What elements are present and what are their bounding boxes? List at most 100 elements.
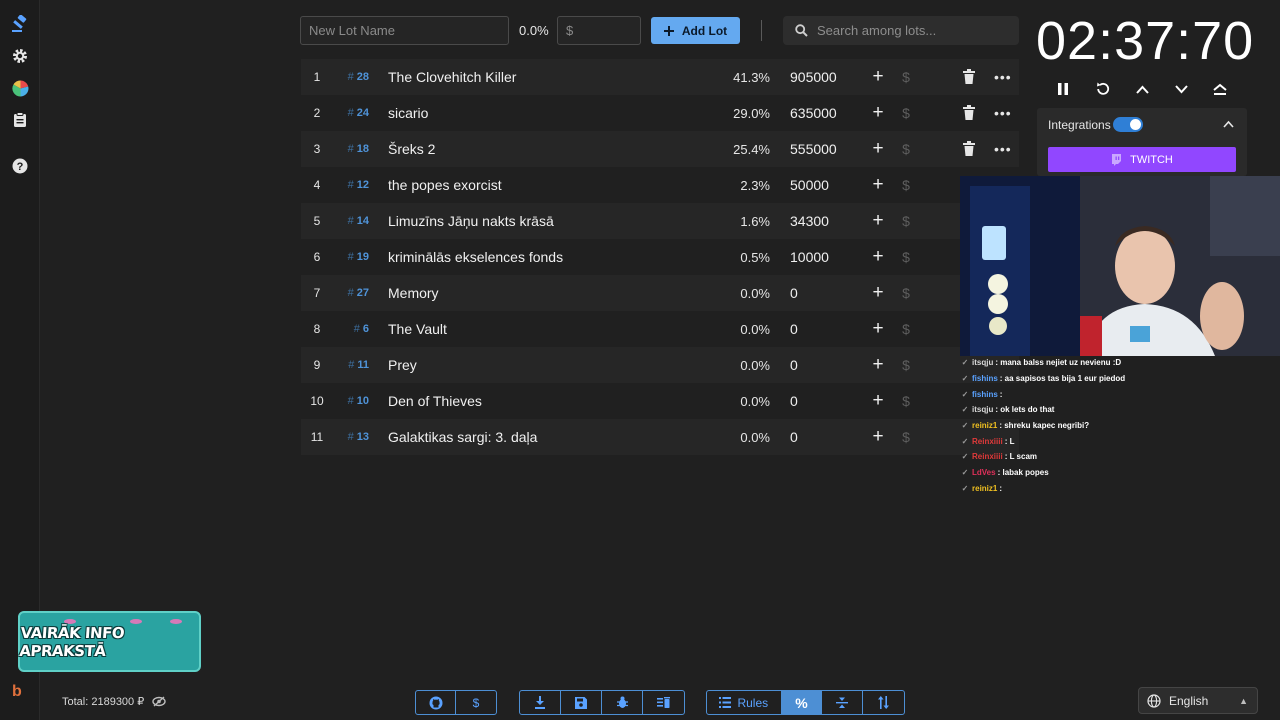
save-icon[interactable]	[561, 691, 602, 714]
lot-code[interactable]: #10	[339, 395, 369, 407]
lot-amount[interactable]: 555000	[790, 141, 837, 157]
add-amount-icon[interactable]: +	[870, 66, 886, 88]
lot-name[interactable]: Memory	[388, 285, 439, 301]
dollar-icon[interactable]: $	[899, 429, 913, 445]
dollar-icon[interactable]: $	[899, 321, 913, 337]
dollar-icon[interactable]: $	[899, 285, 913, 301]
more-options-icon[interactable]: •••	[994, 141, 1011, 157]
twitch-button[interactable]: TWITCH	[1048, 147, 1236, 172]
chevron-down-icon[interactable]	[1170, 78, 1192, 100]
lot-code[interactable]: #19	[339, 251, 369, 263]
dollar-icon[interactable]: $	[899, 69, 913, 85]
lot-code[interactable]: #11	[339, 359, 369, 371]
lot-code[interactable]: #12	[339, 179, 369, 191]
lot-name[interactable]: The Clovehitch Killer	[388, 69, 516, 85]
dollar-icon[interactable]: $	[899, 357, 913, 373]
lot-name[interactable]: the popes exorcist	[388, 177, 502, 193]
add-amount-icon[interactable]: +	[870, 246, 886, 268]
add-amount-icon[interactable]: +	[870, 210, 886, 232]
lot-name[interactable]: Galaktikas sargi: 3. daļa	[388, 429, 537, 445]
search-input[interactable]	[817, 23, 1007, 38]
add-amount-icon[interactable]: +	[870, 282, 886, 304]
lot-amount[interactable]: 10000	[790, 249, 829, 265]
download-icon[interactable]	[520, 691, 561, 714]
lot-name[interactable]: The Vault	[388, 321, 447, 337]
lot-row: 10 #10 Den of Thieves 0.0% 0 + $	[301, 383, 1019, 419]
lot-code[interactable]: #6	[339, 323, 369, 335]
gear-icon[interactable]	[8, 44, 32, 68]
add-amount-icon[interactable]: +	[870, 174, 886, 196]
chat-message: ✓ fishins: aa sapisos tas bija 1 eur pied…	[960, 371, 1280, 387]
lot-code[interactable]: #13	[339, 431, 369, 443]
lot-name[interactable]: Prey	[388, 357, 417, 373]
dollar-icon[interactable]: $	[899, 141, 913, 157]
percent-toggle-icon[interactable]: %	[781, 691, 823, 714]
clipboard-icon[interactable]	[8, 108, 32, 132]
dollar-icon[interactable]: $	[899, 393, 913, 409]
add-amount-icon[interactable]: +	[870, 390, 886, 412]
dollar-icon[interactable]: $	[899, 249, 913, 265]
chat-text: : L	[1004, 436, 1015, 446]
lot-name[interactable]: sicario	[388, 105, 428, 121]
clear-list-icon[interactable]	[643, 691, 684, 714]
lot-code[interactable]: #24	[339, 107, 369, 119]
dollar-icon[interactable]: $	[899, 105, 913, 121]
dollar-icon[interactable]: $	[899, 213, 913, 229]
rules-button[interactable]: Rules	[707, 691, 782, 714]
add-amount-icon[interactable]: +	[870, 426, 886, 448]
new-lot-price-input[interactable]	[557, 16, 641, 45]
pie-chart-icon[interactable]	[8, 76, 32, 100]
eye-slash-icon[interactable]	[152, 696, 166, 707]
compact-view-icon[interactable]	[822, 691, 864, 714]
lot-amount[interactable]: 635000	[790, 105, 837, 121]
lot-amount[interactable]: 50000	[790, 177, 829, 193]
trash-icon[interactable]	[962, 69, 976, 85]
add-amount-icon[interactable]: +	[870, 318, 886, 340]
language-select[interactable]: English ▲︎	[1138, 687, 1258, 714]
trash-icon[interactable]	[962, 105, 976, 121]
bug-icon[interactable]	[602, 691, 643, 714]
lot-amount[interactable]: 0	[790, 285, 798, 301]
add-amount-icon[interactable]: +	[870, 354, 886, 376]
trash-icon[interactable]	[962, 141, 976, 157]
github-icon[interactable]	[416, 691, 457, 714]
more-options-icon[interactable]: •••	[994, 105, 1011, 121]
lot-amount[interactable]: 0	[790, 429, 798, 445]
double-up-icon[interactable]	[1209, 78, 1231, 100]
lot-name[interactable]: kriminālās ekselences fonds	[388, 249, 563, 265]
lot-code[interactable]: #14	[339, 215, 369, 227]
add-amount-icon[interactable]: +	[870, 138, 886, 160]
lot-amount[interactable]: 0	[790, 393, 798, 409]
view-options-group: Rules %	[706, 690, 905, 715]
lot-name[interactable]: Šreks 2	[388, 141, 435, 157]
lot-index: 8	[313, 322, 321, 336]
add-lot-button[interactable]: Add Lot	[651, 17, 740, 44]
lot-code[interactable]: #27	[339, 287, 369, 299]
sort-icon[interactable]	[863, 691, 904, 714]
lot-amount[interactable]: 0	[790, 321, 798, 337]
brand-logo-icon[interactable]: b	[12, 683, 22, 701]
add-amount-icon[interactable]: +	[870, 102, 886, 124]
lot-name[interactable]: Den of Thieves	[388, 393, 482, 409]
donate-dollar-icon[interactable]: $	[456, 691, 496, 714]
lot-amount[interactable]: 0	[790, 357, 798, 373]
chevron-up-icon[interactable]	[1223, 120, 1234, 128]
new-lot-name-input[interactable]	[300, 16, 509, 45]
search-box[interactable]	[783, 16, 1019, 45]
chat-text: : L scam	[1004, 452, 1037, 462]
dollar-icon[interactable]: $	[899, 177, 913, 193]
more-options-icon[interactable]: •••	[994, 69, 1011, 85]
reset-icon[interactable]	[1092, 78, 1114, 100]
integrations-toggle[interactable]	[1113, 117, 1143, 132]
lot-name[interactable]: Limuzīns Jāņu nakts krāsā	[388, 213, 554, 229]
auction-hammer-icon[interactable]	[8, 12, 32, 36]
help-icon[interactable]: ?	[8, 154, 32, 178]
lot-percent: 0.0%	[740, 321, 770, 337]
chevron-up-icon[interactable]	[1131, 78, 1153, 100]
chat-username: itsqju	[972, 358, 994, 368]
pause-icon[interactable]	[1052, 78, 1074, 100]
lot-amount[interactable]: 905000	[790, 69, 837, 85]
lot-amount[interactable]: 34300	[790, 213, 829, 229]
lot-code[interactable]: #28	[339, 71, 369, 83]
lot-code[interactable]: #18	[339, 143, 369, 155]
